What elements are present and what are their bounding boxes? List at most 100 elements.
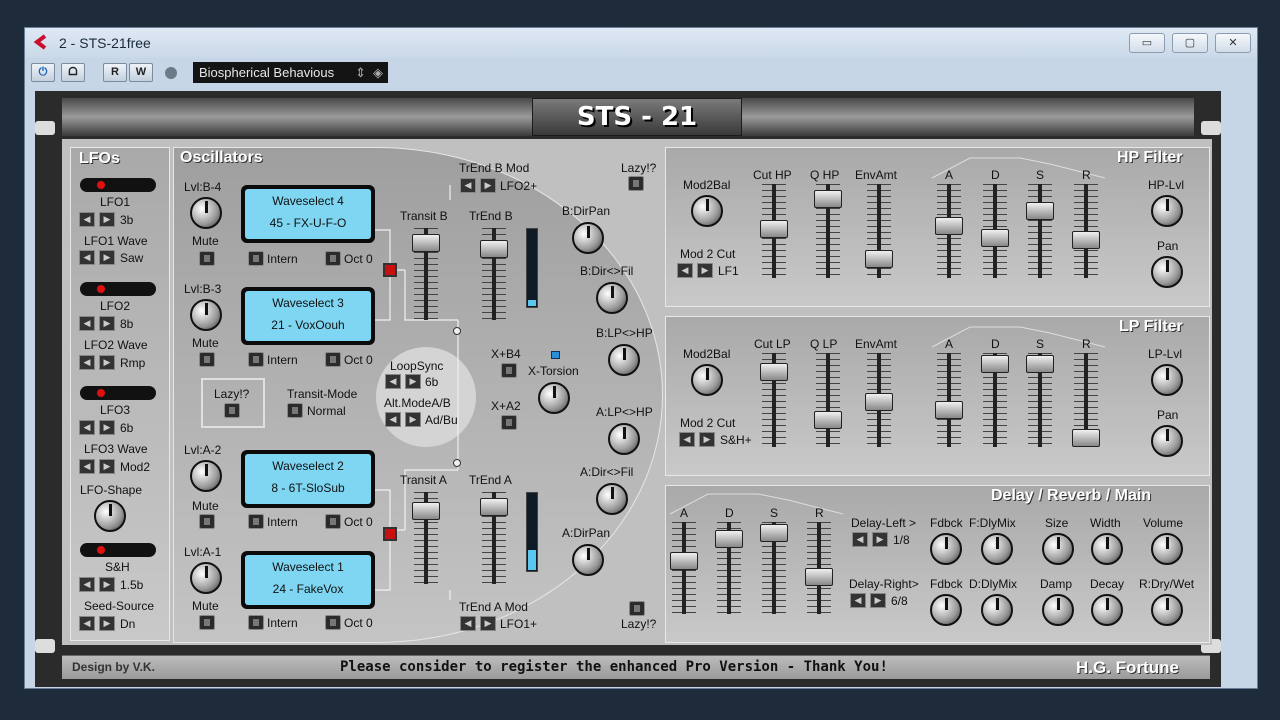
- hp-q-fader[interactable]: [814, 184, 842, 278]
- lfo1-wave-next-button[interactable]: ▶: [99, 250, 115, 265]
- hp-mod2cut-next-button[interactable]: ▶: [697, 263, 713, 278]
- fdlymix-knob[interactable]: [981, 533, 1013, 565]
- lp-lvl-knob[interactable]: [1151, 364, 1183, 396]
- trend-b-mod-next-button[interactable]: ▶: [480, 178, 496, 193]
- damp-knob[interactable]: [1042, 594, 1074, 626]
- lazy-button[interactable]: [224, 403, 240, 418]
- osc4-intern-button[interactable]: [248, 251, 264, 266]
- lazy-top-button[interactable]: [628, 176, 644, 191]
- lfo2-prev-button[interactable]: ◀: [79, 316, 95, 331]
- main-attack-fader[interactable]: [670, 522, 698, 614]
- transit-a-fader[interactable]: [412, 492, 440, 584]
- osc2-mute-button[interactable]: [199, 514, 215, 529]
- lp-mod2bal-knob[interactable]: [691, 364, 723, 396]
- trend-a-mod-next-button[interactable]: ▶: [480, 616, 496, 631]
- lp-decay-fader[interactable]: [981, 353, 1009, 447]
- lp-q-fader[interactable]: [814, 353, 842, 447]
- transit-mode-button[interactable]: [287, 403, 303, 418]
- transit-b-fader[interactable]: [412, 228, 440, 320]
- hp-cut-fader[interactable]: [760, 184, 788, 278]
- delay-left-next-button[interactable]: ▶: [872, 532, 888, 547]
- trend-a-mod-prev-button[interactable]: ◀: [460, 616, 476, 631]
- size-knob[interactable]: [1042, 533, 1074, 565]
- lfo3-wave-next-button[interactable]: ▶: [99, 459, 115, 474]
- lp-mod2cut-next-button[interactable]: ▶: [699, 432, 715, 447]
- trend-b-mod-prev-button[interactable]: ◀: [460, 178, 476, 193]
- osc2-intern-button[interactable]: [248, 514, 264, 529]
- osc3-intern-button[interactable]: [248, 352, 264, 367]
- lp-release-fader[interactable]: [1072, 353, 1100, 447]
- fdbck2-knob[interactable]: [930, 594, 962, 626]
- osc-a-link-button[interactable]: [383, 527, 397, 541]
- main-sustain-fader[interactable]: [760, 522, 788, 614]
- x-torsion-knob[interactable]: [538, 382, 570, 414]
- delay-right-next-button[interactable]: ▶: [870, 593, 886, 608]
- lp-attack-fader[interactable]: [935, 353, 963, 447]
- osc3-mute-button[interactable]: [199, 352, 215, 367]
- osc3-wave-display[interactable]: Waveselect 3 21 - VoxOouh: [241, 287, 375, 345]
- lp-sustain-fader[interactable]: [1026, 353, 1054, 447]
- drywet-knob[interactable]: [1151, 594, 1183, 626]
- b-lphp-knob[interactable]: [608, 344, 640, 376]
- osc-b-link-button[interactable]: [383, 263, 397, 277]
- osc4-wave-display[interactable]: Waveselect 4 45 - FX-U-F-O: [241, 185, 375, 243]
- lfo1-prev-button[interactable]: ◀: [79, 212, 95, 227]
- x-b4-button[interactable]: [501, 363, 517, 378]
- seed-prev-button[interactable]: ◀: [79, 616, 95, 631]
- hp-decay-fader[interactable]: [981, 184, 1009, 278]
- osc2-level-knob[interactable]: [190, 460, 222, 492]
- lfo2-next-button[interactable]: ▶: [99, 316, 115, 331]
- lp-pan-knob[interactable]: [1151, 425, 1183, 457]
- a-lphp-knob[interactable]: [608, 423, 640, 455]
- osc4-level-knob[interactable]: [190, 197, 222, 229]
- lfo2-wave-next-button[interactable]: ▶: [99, 355, 115, 370]
- osc4-oct-button[interactable]: [325, 251, 341, 266]
- hp-mod2cut-prev-button[interactable]: ◀: [677, 263, 693, 278]
- hp-env-fader[interactable]: [865, 184, 893, 278]
- hp-attack-fader[interactable]: [935, 184, 963, 278]
- hp-pan-knob[interactable]: [1151, 256, 1183, 288]
- lfo3-prev-button[interactable]: ◀: [79, 420, 95, 435]
- osc1-wave-display[interactable]: Waveselect 1 24 - FakeVox: [241, 551, 375, 609]
- delay-left-prev-button[interactable]: ◀: [852, 532, 868, 547]
- lfo3-next-button[interactable]: ▶: [99, 420, 115, 435]
- lfo-shape-knob[interactable]: [94, 500, 126, 532]
- osc1-mute-button[interactable]: [199, 615, 215, 630]
- delay-right-prev-button[interactable]: ◀: [850, 593, 866, 608]
- trend-b-fader[interactable]: [480, 228, 508, 320]
- osc4-mute-button[interactable]: [199, 251, 215, 266]
- lfo1-next-button[interactable]: ▶: [99, 212, 115, 227]
- main-release-fader[interactable]: [805, 522, 833, 614]
- lazy-bottom-button[interactable]: [629, 601, 645, 616]
- trend-a-fader[interactable]: [480, 492, 508, 584]
- a-dirfil-knob[interactable]: [596, 483, 628, 515]
- lp-cut-fader[interactable]: [760, 353, 788, 447]
- a-dirpan-knob[interactable]: [572, 544, 604, 576]
- hp-release-fader[interactable]: [1072, 184, 1100, 278]
- sh-next-button[interactable]: ▶: [99, 577, 115, 592]
- osc2-wave-display[interactable]: Waveselect 2 8 - 6T-SloSub: [241, 450, 375, 508]
- volume-knob[interactable]: [1151, 533, 1183, 565]
- osc3-oct-button[interactable]: [325, 352, 341, 367]
- ddlymix-knob[interactable]: [981, 594, 1013, 626]
- osc2-oct-button[interactable]: [325, 514, 341, 529]
- x-a2-button[interactable]: [501, 415, 517, 430]
- b-dirpan-knob[interactable]: [572, 222, 604, 254]
- lfo3-wave-prev-button[interactable]: ◀: [79, 459, 95, 474]
- lp-env-fader[interactable]: [865, 353, 893, 447]
- osc1-intern-button[interactable]: [248, 615, 264, 630]
- hp-mod2bal-knob[interactable]: [691, 195, 723, 227]
- osc1-oct-button[interactable]: [325, 615, 341, 630]
- seed-next-button[interactable]: ▶: [99, 616, 115, 631]
- lfo1-wave-prev-button[interactable]: ◀: [79, 250, 95, 265]
- fdbck-knob[interactable]: [930, 533, 962, 565]
- decay-knob[interactable]: [1091, 594, 1123, 626]
- lfo2-wave-prev-button[interactable]: ◀: [79, 355, 95, 370]
- b-dirfil-knob[interactable]: [596, 282, 628, 314]
- osc3-level-knob[interactable]: [190, 299, 222, 331]
- width-knob[interactable]: [1091, 533, 1123, 565]
- hp-sustain-fader[interactable]: [1026, 184, 1054, 278]
- osc1-level-knob[interactable]: [190, 562, 222, 594]
- sh-prev-button[interactable]: ◀: [79, 577, 95, 592]
- hp-lvl-knob[interactable]: [1151, 195, 1183, 227]
